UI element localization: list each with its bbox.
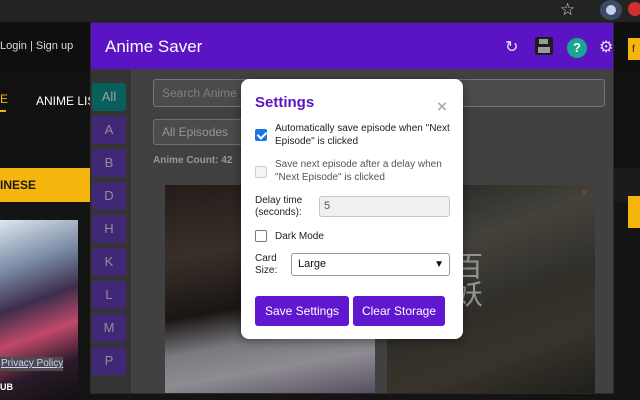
dark-mode-checkbox[interactable] — [255, 230, 267, 242]
gear-icon[interactable]: ⚙ — [599, 37, 613, 57]
popup-header: Anime Saver ↻ ? ⚙ — [91, 23, 613, 69]
chevron-down-icon: ▼ — [434, 259, 444, 270]
login-link[interactable]: Login | Sign up — [0, 40, 73, 52]
nav-home-link[interactable]: E — [0, 92, 8, 106]
poster-badge: UB — [0, 382, 13, 392]
save-icon[interactable] — [535, 37, 553, 55]
popup-title: Anime Saver — [105, 37, 203, 56]
delay-time-input[interactable]: 5 — [319, 196, 450, 217]
settings-title: Settings — [255, 94, 315, 111]
privacy-policy-link[interactable]: Privacy Policy — [0, 357, 64, 371]
extension-icon[interactable] — [600, 0, 622, 20]
profile-icon[interactable] — [628, 2, 640, 16]
close-icon[interactable]: × — [437, 97, 447, 117]
section-header: INESE — [0, 168, 92, 202]
clear-storage-button[interactable]: Clear Storage — [353, 296, 445, 326]
dark-mode-label: Dark Mode — [275, 231, 324, 242]
delay-save-label: Save next episode after a delay when "Ne… — [275, 159, 442, 183]
settings-modal: Settings × Automatically save episode wh… — [241, 79, 463, 339]
card-size-value: Large — [298, 258, 327, 270]
delay-time-label: Delay time (seconds): — [255, 195, 303, 218]
nav-anime-list-link[interactable]: ANIME LIS — [36, 94, 95, 108]
star-icon[interactable]: ☆ — [560, 0, 575, 20]
save-settings-button[interactable]: Save Settings — [255, 296, 349, 326]
refresh-icon[interactable]: ↻ — [505, 37, 518, 57]
delay-save-checkbox — [255, 166, 267, 178]
browser-toolbar: ☆ — [0, 0, 640, 22]
help-icon[interactable]: ? — [567, 38, 587, 58]
site-accent-strip-2 — [628, 196, 640, 228]
auto-save-label: Automatically save episode when "Next Ep… — [275, 123, 450, 147]
section-header-label: INESE — [0, 178, 37, 192]
auto-save-checkbox[interactable] — [255, 129, 267, 141]
nav-active-underline — [0, 110, 6, 112]
card-size-select[interactable]: Large ▼ — [291, 253, 450, 276]
card-size-label: Card Size: — [255, 253, 278, 276]
anime-poster[interactable]: UB — [0, 220, 78, 400]
site-accent-text: f — [632, 44, 635, 55]
